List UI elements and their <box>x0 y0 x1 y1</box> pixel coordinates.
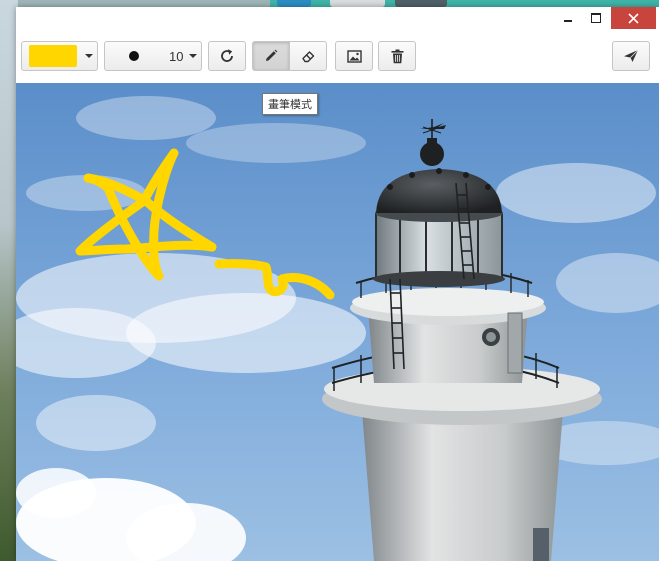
send-icon <box>624 49 639 62</box>
pencil-icon <box>266 49 278 61</box>
eraser-icon <box>301 50 314 62</box>
brush-dot-icon <box>129 51 139 61</box>
desktop-thumbnail <box>330 0 385 7</box>
color-picker-button[interactable] <box>21 41 98 71</box>
drawing-canvas[interactable] <box>16 83 659 561</box>
chevron-down-icon <box>85 54 93 58</box>
desktop-thumbnail <box>277 0 311 7</box>
close-button[interactable] <box>611 7 656 29</box>
toolbar: 10 <box>16 31 659 83</box>
brush-size-button[interactable]: 10 <box>104 41 202 71</box>
close-icon <box>628 12 639 24</box>
lighthouse-photo <box>16 83 659 561</box>
minimize-icon <box>564 20 572 22</box>
insert-image-button[interactable] <box>335 41 373 71</box>
title-bar <box>16 7 659 31</box>
maximize-button[interactable] <box>582 7 610 29</box>
minimize-button[interactable] <box>554 7 582 29</box>
desktop-thumbnail <box>395 0 447 7</box>
send-button[interactable] <box>612 41 650 71</box>
redo-button[interactable] <box>208 41 246 71</box>
trash-icon <box>391 49 403 63</box>
pen-tool-button[interactable] <box>252 41 290 71</box>
brush-size-value: 10 <box>169 48 184 64</box>
pen-mode-tooltip: 畫筆模式 <box>262 93 318 115</box>
chevron-down-icon <box>189 54 198 58</box>
clear-button[interactable] <box>378 41 416 71</box>
maximize-icon <box>591 13 601 23</box>
redo-icon <box>221 49 233 62</box>
app-window: 10 畫筆模式 <box>16 7 659 561</box>
image-icon <box>346 49 362 63</box>
eraser-tool-button[interactable] <box>289 41 327 71</box>
color-swatch <box>29 45 77 67</box>
